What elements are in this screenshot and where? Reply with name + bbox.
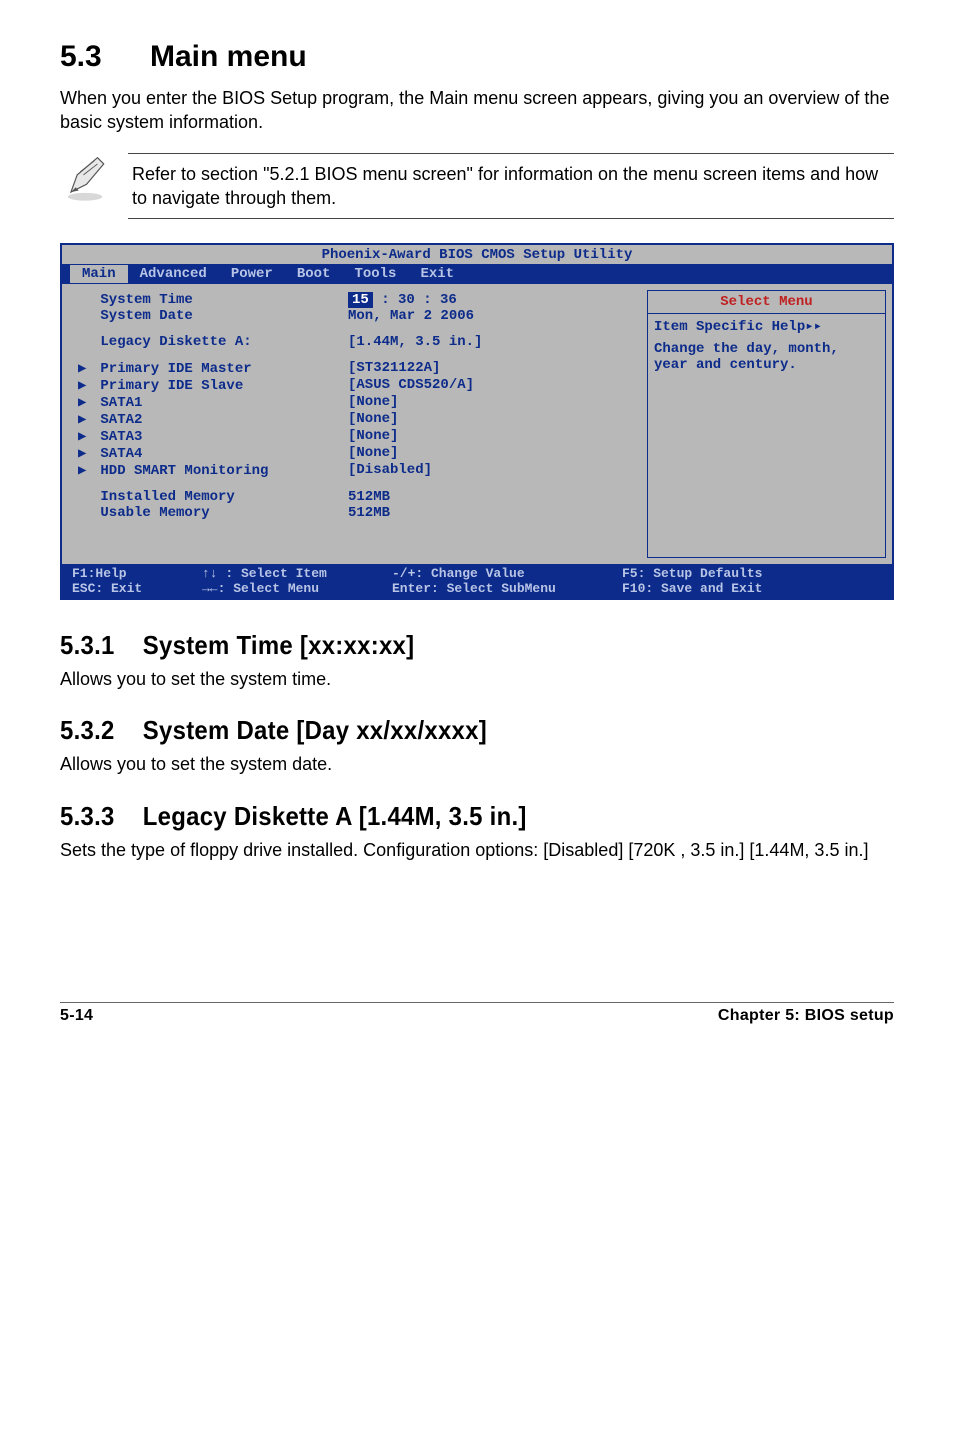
bios-row-value: 512MB — [348, 505, 637, 521]
bios-key-select-submenu: Enter: Select SubMenu — [392, 581, 622, 596]
bios-row-label: ▶ SATA1 — [78, 394, 348, 411]
subsection-number: 5.3.3 — [60, 801, 143, 832]
bios-row[interactable]: System DateMon, Mar 2 2006 — [78, 308, 637, 324]
bios-row[interactable]: ▶ Primary IDE Slave[ASUS CDS520/A] — [78, 377, 637, 394]
spacer — [78, 479, 637, 489]
bios-row[interactable]: Usable Memory512MB — [78, 505, 637, 521]
bios-row-value: [None] — [348, 428, 637, 445]
spacer — [78, 350, 637, 360]
bios-row-value: [ASUS CDS520/A] — [348, 377, 637, 394]
bios-key-help: F1:Help — [72, 566, 202, 581]
bios-row-label: Usable Memory — [78, 505, 348, 521]
bios-menu-tabs: MainAdvancedPowerBootToolsExit — [62, 264, 892, 284]
bios-tab-power[interactable]: Power — [219, 265, 285, 283]
bios-row[interactable]: ▶ HDD SMART Monitoring[Disabled] — [78, 462, 637, 479]
subsection-body: Sets the type of floppy drive installed.… — [60, 838, 894, 862]
submenu-arrow-icon: ▶ — [78, 394, 92, 411]
bios-key-save-exit: F10: Save and Exit — [622, 581, 882, 596]
bios-row-label: Legacy Diskette A: — [78, 334, 348, 350]
subsection-body: Allows you to set the system date. — [60, 752, 894, 776]
subsection-heading: 5.3.1System Time [xx:xx:xx] — [60, 630, 827, 661]
bios-row-label: ▶ Primary IDE Slave — [78, 377, 348, 394]
bios-row-value: 15 : 30 : 36 — [348, 292, 637, 308]
section-number: 5.3 — [60, 40, 150, 74]
section-heading: 5.3Main menu — [60, 40, 894, 74]
chapter-label: Chapter 5: BIOS setup — [718, 1007, 894, 1025]
bios-row-value: [None] — [348, 445, 637, 462]
bios-row-value: [Disabled] — [348, 462, 637, 479]
subsection-number: 5.3.2 — [60, 715, 143, 746]
bios-time-selected-segment[interactable]: 15 — [348, 292, 373, 308]
subsection-title: System Time [xx:xx:xx] — [143, 630, 415, 660]
bios-tab-exit[interactable]: Exit — [408, 265, 466, 283]
subsection-heading: 5.3.3Legacy Diskette A [1.44M, 3.5 in.] — [60, 801, 827, 832]
bios-row-value: [None] — [348, 394, 637, 411]
bios-footer: F1:Help ESC: Exit ↑↓ : Select Item →←: S… — [62, 564, 892, 598]
bios-row[interactable]: ▶ SATA4[None] — [78, 445, 637, 462]
bios-key-select-item: ↑↓ : Select Item — [202, 566, 392, 581]
page-footer: 5-14 Chapter 5: BIOS setup — [60, 1002, 894, 1025]
subsection-number: 5.3.1 — [60, 630, 143, 661]
bios-row-label: System Time — [78, 292, 348, 308]
bios-row[interactable]: ▶ SATA1[None] — [78, 394, 637, 411]
bios-key-select-menu: →←: Select Menu — [202, 581, 392, 596]
bios-help-title: Select Menu — [647, 290, 886, 314]
bios-row-value: Mon, Mar 2 2006 — [348, 308, 637, 324]
submenu-arrow-icon: ▶ — [78, 428, 92, 445]
pencil-icon — [60, 153, 110, 207]
bios-help-text: Change the day, month, year and century. — [654, 341, 879, 373]
subsection-title: System Date [Day xx/xx/xxxx] — [143, 715, 487, 745]
section-title-text: Main menu — [150, 40, 307, 73]
bios-key-defaults: F5: Setup Defaults — [622, 566, 882, 581]
bios-utility-title: Phoenix-Award BIOS CMOS Setup Utility — [62, 245, 892, 264]
bios-row[interactable]: ▶ SATA3[None] — [78, 428, 637, 445]
submenu-arrow-icon: ▶ — [78, 360, 92, 377]
bios-help-panel: Select Menu Item Specific Help▸▸ Change … — [647, 284, 892, 564]
note-callout: Refer to section "5.2.1 BIOS menu screen… — [60, 153, 894, 220]
bios-key-exit: ESC: Exit — [72, 581, 202, 596]
bios-row-label: ▶ HDD SMART Monitoring — [78, 462, 348, 479]
spacer — [78, 324, 637, 334]
bios-main-panel: System Time15 : 30 : 36 System DateMon, … — [62, 284, 647, 564]
bios-row[interactable]: ▶ SATA2[None] — [78, 411, 637, 428]
bios-tab-advanced[interactable]: Advanced — [128, 265, 219, 283]
bios-key-change-value: -/+: Change Value — [392, 566, 622, 581]
bios-row-label: ▶ SATA3 — [78, 428, 348, 445]
bios-screenshot: Phoenix-Award BIOS CMOS Setup Utility Ma… — [60, 243, 894, 600]
section-intro: When you enter the BIOS Setup program, t… — [60, 86, 894, 135]
submenu-arrow-icon: ▶ — [78, 462, 92, 479]
note-text: Refer to section "5.2.1 BIOS menu screen… — [128, 153, 894, 220]
bios-row-value: [ST321122A] — [348, 360, 637, 377]
bios-row[interactable]: System Time15 : 30 : 36 — [78, 292, 637, 308]
subsection-heading: 5.3.2System Date [Day xx/xx/xxxx] — [60, 715, 827, 746]
bios-row-label: System Date — [78, 308, 348, 324]
bios-row-value: [None] — [348, 411, 637, 428]
submenu-arrow-icon: ▶ — [78, 377, 92, 394]
bios-row-value: 512MB — [348, 489, 637, 505]
subsection-title: Legacy Diskette A [1.44M, 3.5 in.] — [143, 801, 527, 831]
bios-row-label: ▶ SATA2 — [78, 411, 348, 428]
submenu-arrow-icon: ▶ — [78, 445, 92, 462]
bios-tab-boot[interactable]: Boot — [285, 265, 343, 283]
page-number: 5-14 — [60, 1007, 93, 1025]
bios-row-label: Installed Memory — [78, 489, 348, 505]
bios-row-label: ▶ SATA4 — [78, 445, 348, 462]
bios-row-value: [1.44M, 3.5 in.] — [348, 334, 637, 350]
subsection-body: Allows you to set the system time. — [60, 667, 894, 691]
bios-row[interactable]: ▶ Primary IDE Master[ST321122A] — [78, 360, 637, 377]
bios-row[interactable]: Installed Memory512MB — [78, 489, 637, 505]
bios-tab-main[interactable]: Main — [70, 265, 128, 283]
submenu-arrow-icon: ▶ — [78, 411, 92, 428]
bios-help-item-specific: Item Specific Help▸▸ — [654, 318, 879, 335]
bios-tab-tools[interactable]: Tools — [342, 265, 408, 283]
bios-row-label: ▶ Primary IDE Master — [78, 360, 348, 377]
bios-row[interactable]: Legacy Diskette A:[1.44M, 3.5 in.] — [78, 334, 637, 350]
